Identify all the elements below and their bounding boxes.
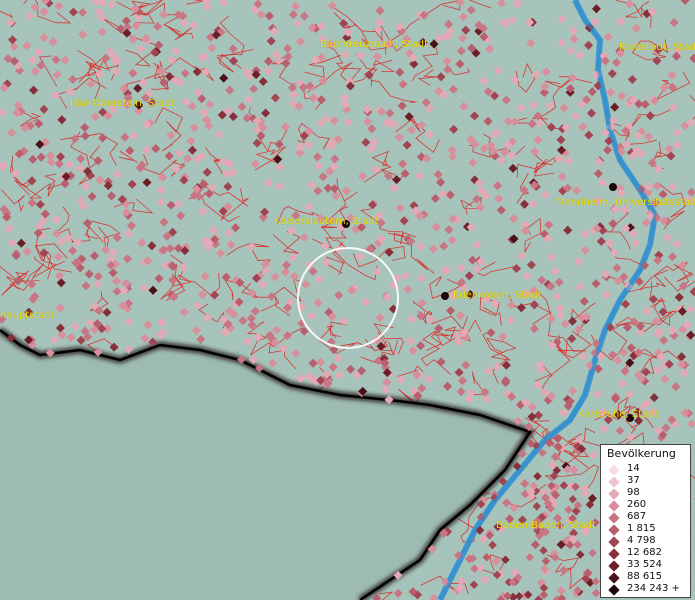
legend-row: 33 524 xyxy=(601,559,690,572)
legend-row: 14 xyxy=(601,463,690,476)
legend-swatch xyxy=(608,524,620,536)
legend-swatch xyxy=(608,536,620,548)
legend-swatch xyxy=(608,572,620,584)
legend-title: Bevölkerung xyxy=(607,447,676,460)
legend-swatch xyxy=(608,488,620,500)
legend-label: 14 xyxy=(627,463,640,474)
legend-swatch xyxy=(608,464,620,476)
legend-label: 260 xyxy=(627,499,647,510)
city-marker xyxy=(441,292,449,300)
city-label-mannheim[interactable]: Mannheim, Universitätsstadt xyxy=(556,197,695,209)
legend-row: 4 798 xyxy=(601,535,690,548)
legend-row: 260 xyxy=(601,499,690,512)
city-label-karlsruhe[interactable]: Karlsruhe, Stadt xyxy=(578,409,659,421)
city-label-bad-kreuznach[interactable]: Bad Kreuznach, Stadt xyxy=(320,39,428,51)
legend-swatch xyxy=(608,512,620,524)
legend-label: 234 243 + xyxy=(627,583,680,594)
legend-label: 12 682 xyxy=(627,547,662,558)
legend-label: 687 xyxy=(627,511,647,522)
legend-row: 687 xyxy=(601,511,690,524)
legend-row: 12 682 xyxy=(601,547,690,560)
legend-row: 37 xyxy=(601,475,690,488)
legend-label: 98 xyxy=(627,487,640,498)
legend-label: 37 xyxy=(627,475,640,486)
legend-row: 98 xyxy=(601,487,690,500)
legend-swatch xyxy=(608,476,620,488)
legend-swatch xyxy=(608,584,620,596)
city-label-kaiserslautern[interactable]: Kaiserslautern, Stadt xyxy=(274,216,379,228)
population-legend: Bevölkerung 14 37 98 260 687 1 815 4 798 12 682… xyxy=(600,444,691,598)
legend-swatch xyxy=(608,560,620,572)
legend-row: 1 815 xyxy=(601,523,690,536)
city-label-landeshauptstadt[interactable]: hauptstadt xyxy=(0,310,55,322)
city-label-riedstadt[interactable]: Riedstadt, Stadt xyxy=(619,42,695,54)
city-marker xyxy=(609,183,617,191)
legend-swatch xyxy=(608,500,620,512)
city-label-edenkoben[interactable]: Edenkoben, Stadt xyxy=(453,290,542,302)
city-label-baden-baden[interactable]: Baden-Baden, Stadt xyxy=(496,520,596,532)
legend-row: 88 615 xyxy=(601,571,690,584)
legend-label: 4 798 xyxy=(627,535,656,546)
legend-label: 88 615 xyxy=(627,571,662,582)
legend-label: 1 815 xyxy=(627,523,656,534)
map-canvas[interactable] xyxy=(0,0,695,600)
city-label-idar-oberstein[interactable]: Idar-Oberstein, Stadt xyxy=(70,98,175,110)
legend-swatch xyxy=(608,548,620,560)
legend-row: 234 243 + xyxy=(601,583,690,596)
legend-label: 33 524 xyxy=(627,559,662,570)
